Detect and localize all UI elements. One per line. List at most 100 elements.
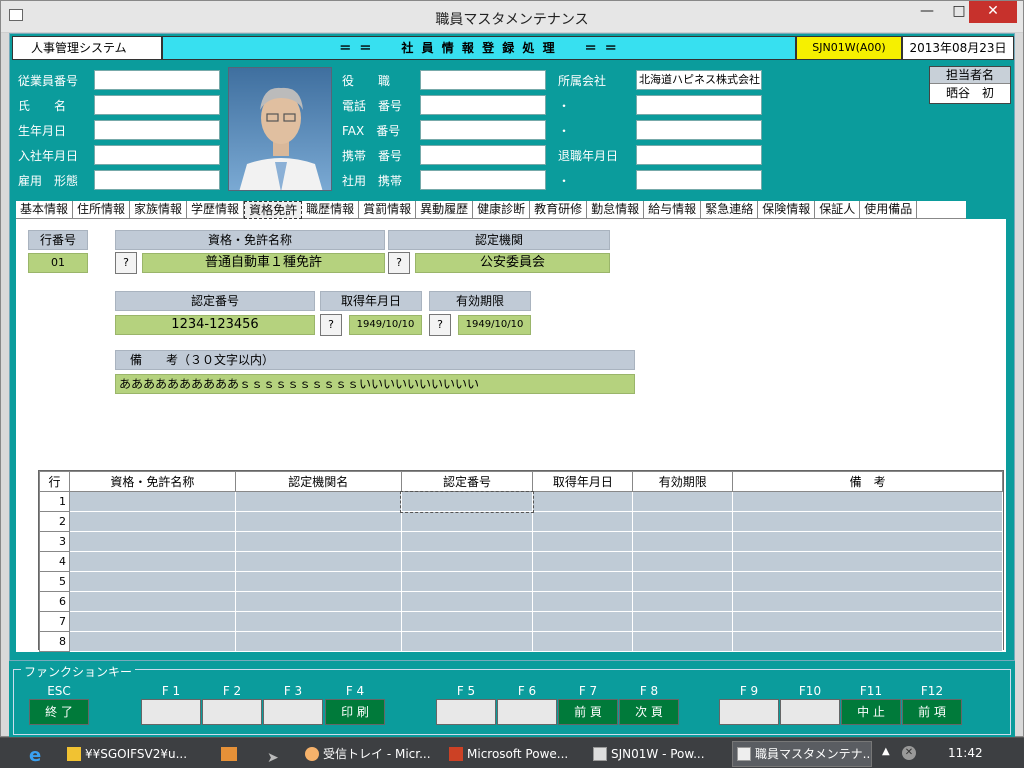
fkey-button[interactable]: 前 頁 [558, 699, 618, 725]
extra1-field[interactable] [636, 95, 762, 115]
grid-cell[interactable] [532, 631, 634, 652]
grid-cell[interactable] [632, 591, 734, 612]
grid-cell[interactable] [732, 491, 1003, 512]
grid-cell[interactable] [68, 571, 236, 592]
grid-cell[interactable] [532, 511, 634, 532]
row-number[interactable]: 5 [39, 571, 70, 592]
fkey-button[interactable]: 終 了 [29, 699, 89, 725]
grid-cell[interactable] [400, 631, 534, 652]
fkey-button[interactable]: 前 項 [902, 699, 962, 725]
row-number[interactable]: 4 [39, 551, 70, 572]
grid-cell[interactable] [532, 571, 634, 592]
position-field[interactable] [420, 70, 546, 90]
grid-cell[interactable] [400, 591, 534, 612]
grid-cell[interactable] [68, 531, 236, 552]
remarks-field[interactable]: ああああああああああｓｓｓｓｓｓｓｓｓｓいいいいいいいいいい [115, 374, 635, 394]
cert-no-field[interactable]: 1234-123456 [115, 315, 315, 335]
acquired-date-field[interactable]: 1949/10/10 [349, 315, 422, 335]
retire-date-field[interactable] [636, 145, 762, 165]
tab-15[interactable]: 使用備品 [860, 201, 918, 219]
fkey-button[interactable]: 中 止 [841, 699, 901, 725]
grid-cell[interactable] [732, 531, 1003, 552]
bird-taskbar-icon[interactable]: ➤ [254, 741, 294, 767]
grid-cell[interactable] [68, 511, 236, 532]
grid-cell[interactable] [632, 611, 734, 632]
row-number[interactable]: 1 [39, 491, 70, 512]
grid-cell[interactable] [532, 491, 634, 512]
taskbar-item-outlook[interactable]: 受信トレイ - Micr... [300, 741, 438, 767]
grid-cell[interactable] [732, 571, 1003, 592]
license-name-field[interactable]: 普通自動車１種免許 [142, 253, 385, 273]
fkey-button[interactable] [497, 699, 557, 725]
row-number[interactable]: 8 [39, 631, 70, 652]
close-button[interactable]: ✕ [969, 1, 1017, 23]
taskbar-item-staff-master[interactable]: 職員マスタメンテナ... [732, 741, 872, 767]
table-row[interactable]: 5 [39, 571, 1003, 592]
taskbar-item-sjn01w[interactable]: SJN01W - Pow... [588, 741, 726, 767]
ie-taskbar-icon[interactable]: e [22, 741, 56, 767]
grid-cell[interactable] [234, 611, 402, 632]
grid-cell[interactable] [632, 491, 734, 512]
tray-close-icon[interactable]: ✕ [902, 746, 916, 760]
grid-cell[interactable] [234, 491, 402, 512]
grid-cell[interactable] [68, 491, 236, 512]
grid-cell[interactable] [532, 551, 634, 572]
tab-9[interactable]: 教育研修 [530, 201, 588, 219]
fkey-button[interactable] [141, 699, 201, 725]
grid-cell[interactable] [632, 531, 734, 552]
tab-7[interactable]: 異動履歴 [416, 201, 474, 219]
tab-14[interactable]: 保証人 [815, 201, 861, 219]
grid-cell[interactable] [400, 531, 534, 552]
table-row[interactable]: 2 [39, 511, 1003, 532]
grid-cell[interactable] [532, 611, 634, 632]
tab-8[interactable]: 健康診断 [473, 201, 531, 219]
grid-cell[interactable] [732, 631, 1003, 652]
row-number[interactable]: 3 [39, 531, 70, 552]
mobile-field[interactable] [420, 145, 546, 165]
row-no-field[interactable]: 01 [28, 253, 88, 273]
agency-lookup-button[interactable]: ? [388, 252, 410, 274]
tab-1[interactable]: 住所情報 [73, 201, 131, 219]
grid-cell[interactable] [732, 511, 1003, 532]
grid-cell[interactable] [632, 551, 734, 572]
table-row[interactable]: 4 [39, 551, 1003, 572]
minimize-button[interactable]: — [912, 1, 942, 23]
tab-5[interactable]: 職歴情報 [302, 201, 360, 219]
grid-cell[interactable] [732, 611, 1003, 632]
grid-cell[interactable] [234, 631, 402, 652]
company-field[interactable]: 北海道ハピネス株式会社 [636, 70, 762, 90]
table-row[interactable]: 6 [39, 591, 1003, 612]
grid-cell[interactable] [532, 591, 634, 612]
grid-cell[interactable] [400, 611, 534, 632]
expiry-picker-button[interactable]: ? [429, 314, 451, 336]
expiry-field[interactable]: 1949/10/10 [458, 315, 531, 335]
hire-date-field[interactable] [94, 145, 220, 165]
fkey-button[interactable] [263, 699, 323, 725]
employee-no-field[interactable] [94, 70, 220, 90]
tab-3[interactable]: 学歴情報 [187, 201, 245, 219]
row-number[interactable]: 7 [39, 611, 70, 632]
table-row[interactable]: 8 [39, 631, 1003, 652]
table-row[interactable]: 1 [39, 490, 1003, 513]
grid-cell[interactable] [732, 551, 1003, 572]
grid-cell[interactable] [234, 511, 402, 532]
employment-type-field[interactable] [94, 170, 220, 190]
row-number[interactable]: 6 [39, 591, 70, 612]
media-player-taskbar-icon[interactable] [212, 741, 246, 767]
fkey-button[interactable] [202, 699, 262, 725]
grid-cell[interactable] [234, 571, 402, 592]
grid-cell[interactable] [400, 571, 534, 592]
phone-field[interactable] [420, 95, 546, 115]
grid-cell[interactable] [632, 631, 734, 652]
tab-10[interactable]: 勤怠情報 [587, 201, 645, 219]
tray-expand-icon[interactable]: ▲ [882, 746, 890, 757]
taskbar-item-powerpoint[interactable]: Microsoft Powe... [444, 741, 580, 767]
grid-cell[interactable] [532, 531, 634, 552]
fax-field[interactable] [420, 120, 546, 140]
grid-cell[interactable] [400, 551, 534, 572]
tab-12[interactable]: 緊急連絡 [701, 201, 759, 219]
agency-field[interactable]: 公安委員会 [415, 253, 610, 273]
grid-cell[interactable] [234, 591, 402, 612]
tab-2[interactable]: 家族情報 [130, 201, 188, 219]
license-name-lookup-button[interactable]: ? [115, 252, 137, 274]
